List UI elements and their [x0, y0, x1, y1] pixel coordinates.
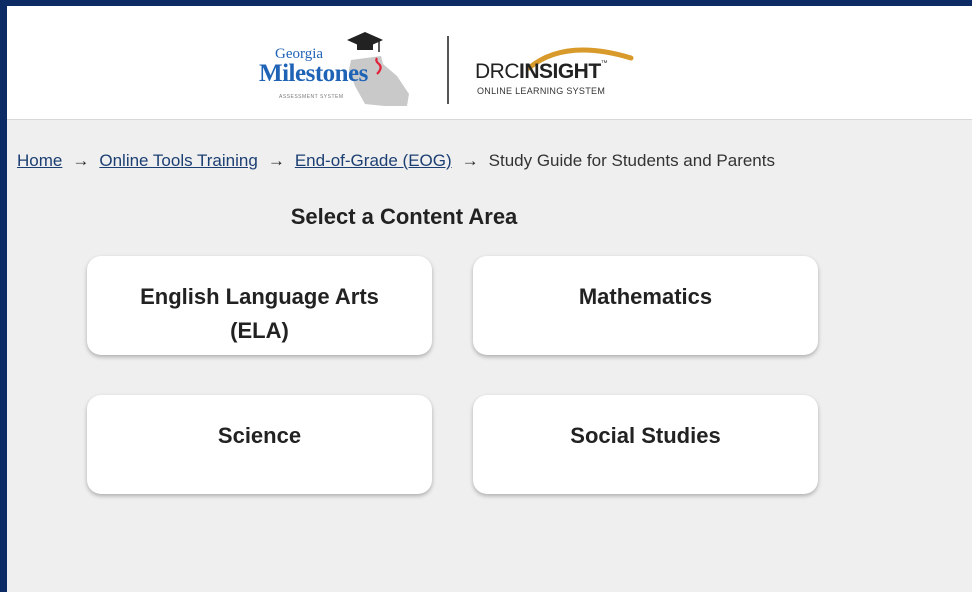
card-label-line2: (ELA)	[230, 318, 289, 343]
drc-subtitle: ONLINE LEARNING SYSTEM	[477, 86, 606, 96]
breadcrumb-link-end-of-grade[interactable]: End-of-Grade (EOG)	[295, 151, 452, 171]
drc-brand-name: INSIGHT	[519, 60, 601, 83]
breadcrumb-current: Study Guide for Students and Parents	[488, 151, 775, 170]
card-label-line1: English Language Arts	[140, 284, 379, 309]
drc-wordmark: DRCINSIGHT™	[475, 60, 608, 84]
card-label: English Language Arts (ELA)	[87, 256, 432, 348]
header-divider	[447, 36, 449, 104]
graduation-cap-icon	[347, 32, 383, 52]
page-title: Select a Content Area	[290, 204, 518, 229]
breadcrumb-link-online-tools-training[interactable]: Online Tools Training	[99, 151, 257, 171]
drc-trademark: ™	[600, 60, 608, 67]
card-label: Mathematics	[578, 284, 713, 309]
arrow-right-icon: →	[267, 151, 285, 170]
content-area-card-mathematics[interactable]: Mathematics	[473, 256, 818, 355]
breadcrumb-link-home[interactable]: Home	[17, 151, 62, 171]
drc-prefix: DRC	[475, 60, 520, 83]
content-area-card-science[interactable]: Science	[87, 395, 432, 494]
arrow-right-icon: →	[461, 151, 479, 170]
content-area-card-ela[interactable]: English Language Arts (ELA)	[87, 256, 432, 355]
arrow-right-icon: →	[72, 151, 90, 170]
logo-milestones-text: Milestones	[259, 60, 368, 87]
georgia-milestones-logo[interactable]: Georgia Milestones ASSESSMENT SYSTEM	[255, 26, 415, 108]
app-frame: Georgia Milestones ASSESSMENT SYSTEM DRC…	[7, 6, 972, 592]
content-area-card-social-studies[interactable]: Social Studies	[473, 395, 818, 494]
breadcrumb: Home → Online Tools Training → End-of-Gr…	[17, 151, 775, 171]
drc-insight-logo[interactable]: DRCINSIGHT™ ONLINE LEARNING SYSTEM	[475, 47, 655, 100]
card-label: Social Studies	[570, 423, 721, 448]
site-header: Georgia Milestones ASSESSMENT SYSTEM DRC…	[7, 6, 972, 120]
logo-tagline: ASSESSMENT SYSTEM	[279, 94, 344, 100]
card-label: Science	[217, 423, 302, 448]
